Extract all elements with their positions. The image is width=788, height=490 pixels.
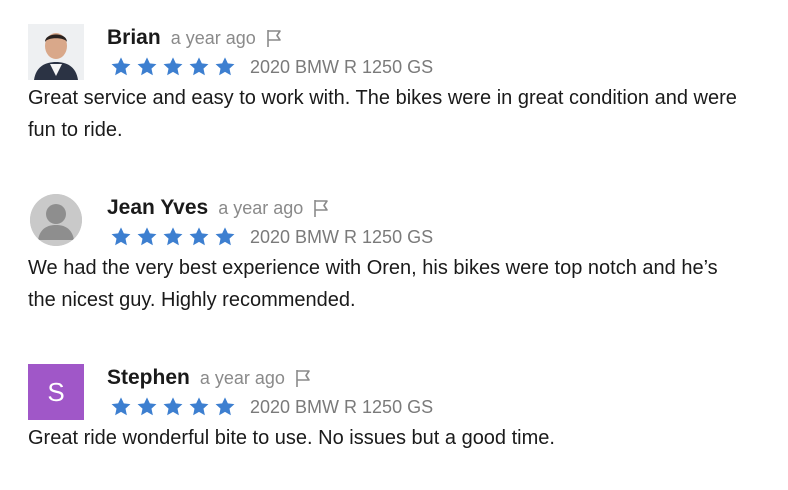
vehicle-label: 2020 BMW R 1250 GS [250,226,434,247]
star-icon [137,57,157,76]
star-icon [215,227,235,246]
review-text: Great ride wonderful bite to use. No iss… [28,427,555,449]
avatar [28,24,84,80]
reviewer-name: Stephen [107,366,190,389]
star-icon [163,57,183,76]
rating-row: 2020 BMW R 1250 GS [110,394,433,420]
review-header: Stephen a year ago [107,364,313,392]
star-icon [215,397,235,416]
star-rating [110,396,236,418]
rating-row: 2020 BMW R 1250 GS [110,54,433,80]
avatar [30,194,82,246]
star-icon [137,397,157,416]
avatar: S [28,364,84,420]
vehicle-label: 2020 BMW R 1250 GS [250,56,434,77]
vehicle-label: 2020 BMW R 1250 GS [250,396,434,417]
flag-icon[interactable] [293,368,313,388]
review-header: Brian a year ago [107,24,284,52]
review-text: We had the very best experience with Ore… [28,257,718,311]
reviewer-name: Brian [107,26,161,49]
star-icon [111,397,131,416]
star-icon [111,227,131,246]
rating-row: 2020 BMW R 1250 GS [110,224,433,250]
star-rating [110,56,236,78]
star-icon [189,227,209,246]
review-time: a year ago [170,27,256,48]
star-icon [215,57,235,76]
flag-icon[interactable] [311,198,331,218]
star-icon [163,397,183,416]
review-header: Jean Yves a year ago [107,194,331,222]
star-icon [111,57,131,76]
star-icon [163,227,183,246]
star-rating [110,226,236,248]
review-time: a year ago [199,367,285,388]
reviewer-name: Jean Yves [107,196,209,219]
star-icon [137,227,157,246]
flag-icon[interactable] [264,28,284,48]
user-photo [28,24,84,80]
review-text: Great service and easy to work with. The… [28,87,737,141]
star-icon [189,57,209,76]
star-icon [189,397,209,416]
default-user-icon [30,194,82,246]
review-time: a year ago [218,197,304,218]
